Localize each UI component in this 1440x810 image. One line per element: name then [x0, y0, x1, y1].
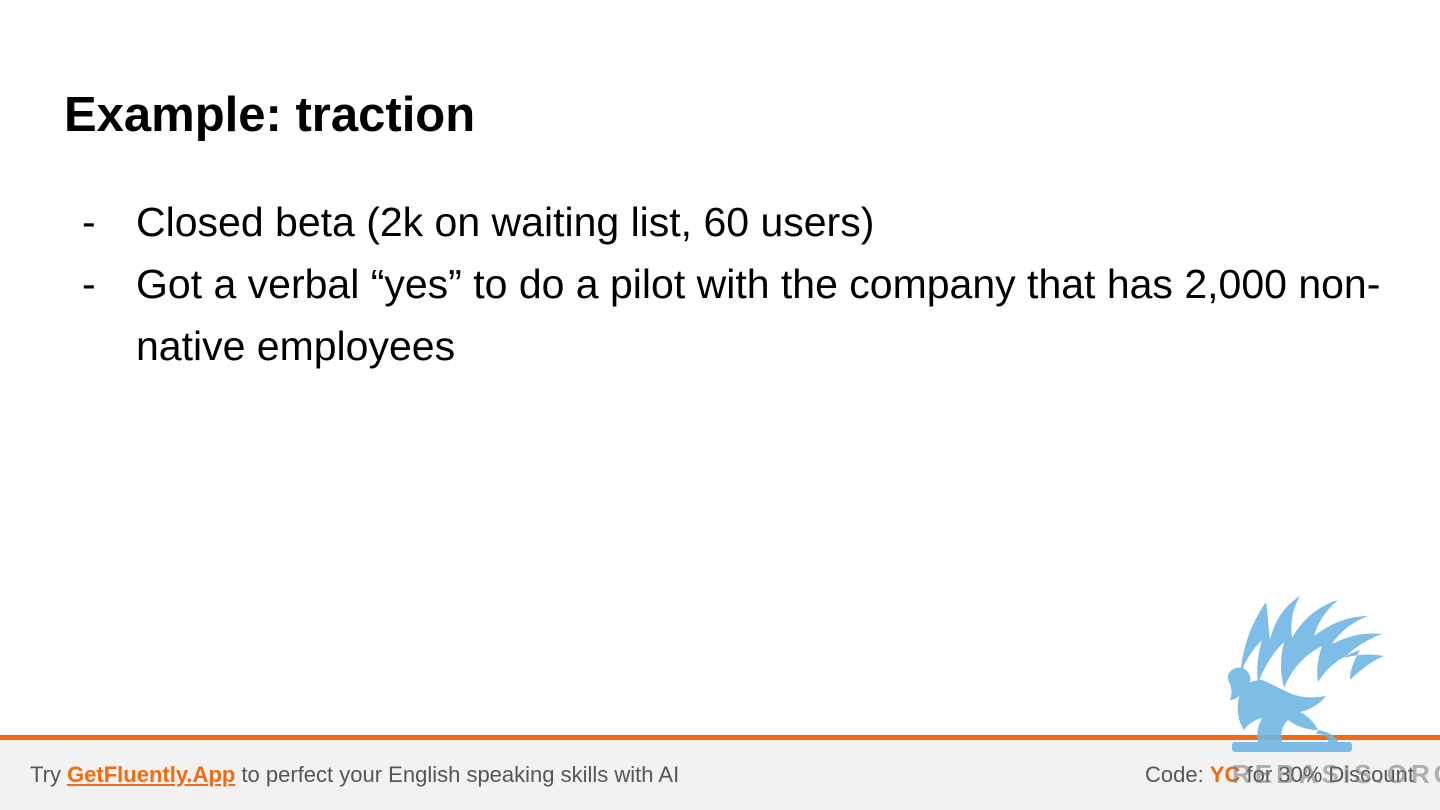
footer-promo-suffix: to perfect your English speaking skills …: [235, 762, 680, 787]
bullet-item: - Closed beta (2k on waiting list, 60 us…: [82, 191, 1392, 253]
footer-promo: Try GetFluently.App to perfect your Engl…: [30, 761, 679, 789]
getfluently-link[interactable]: GetFluently.App: [67, 762, 235, 787]
bullet-item: - Got a verbal “yes” to do a pilot with …: [82, 253, 1392, 377]
bullet-marker: -: [82, 261, 96, 307]
footer-code-prefix: Code:: [1144, 762, 1210, 787]
footer-promo-prefix: Try: [30, 762, 68, 787]
slide: Example: traction - Closed beta (2k on w…: [0, 0, 1440, 810]
watermark-text: REBASIS.ORG: [1232, 759, 1440, 789]
bullet-text: Got a verbal “yes” to do a pilot with th…: [136, 261, 1381, 369]
bullet-text: Closed beta (2k on waiting list, 60 user…: [136, 199, 875, 245]
bullet-marker: -: [82, 199, 96, 245]
griffin-logo-icon: [1228, 596, 1384, 752]
slide-title: Example: traction: [64, 88, 476, 142]
bullet-list: - Closed beta (2k on waiting list, 60 us…: [82, 191, 1392, 377]
